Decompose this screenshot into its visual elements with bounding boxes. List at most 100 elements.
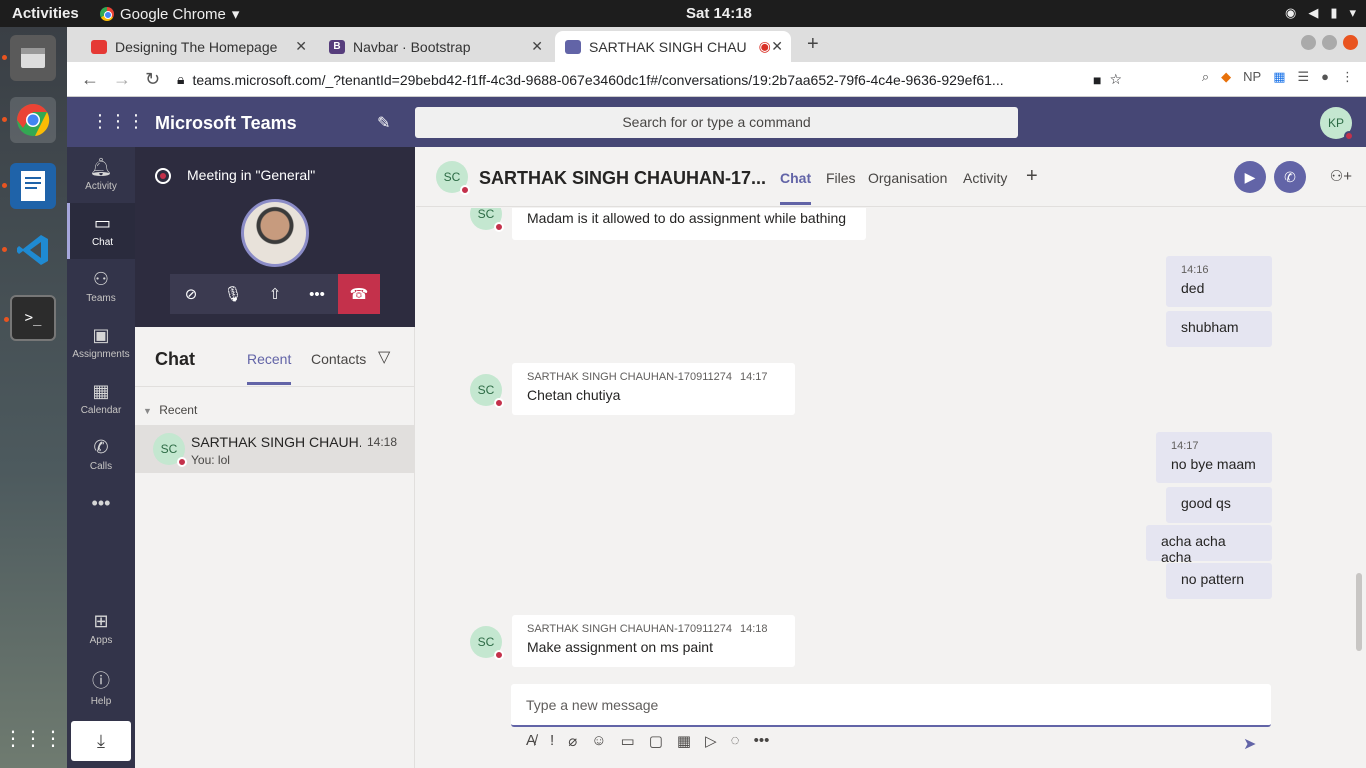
add-tab-icon[interactable]: + [1026, 165, 1038, 188]
rail-item-calls[interactable]: ✆ Calls [67, 427, 135, 483]
conversation-name: SARTHAK SINGH CHAUHAN-17... [479, 168, 767, 188]
download-app-icon[interactable]: ⤓ [71, 721, 131, 761]
message-bubble[interactable]: no pattern [1166, 563, 1272, 599]
files-app-icon[interactable] [2, 35, 56, 81]
recording-icon [155, 168, 171, 184]
add-people-icon[interactable]: ⚇+ [1330, 167, 1352, 185]
praise-icon[interactable]: ◌ [731, 732, 740, 750]
share-screen-icon[interactable]: ⇧ [254, 274, 296, 314]
maximize-button[interactable] [1322, 35, 1337, 50]
rail-item-chat[interactable]: ▭ Chat [67, 203, 135, 259]
reload-icon[interactable]: ↻ [145, 69, 160, 90]
presence-busy-icon [1344, 131, 1354, 141]
back-arrow-icon[interactable]: ← [81, 69, 99, 90]
tab-files[interactable]: Files [826, 170, 856, 186]
rail-item-more[interactable]: ••• [67, 483, 135, 539]
tab-recent[interactable]: Recent [247, 351, 292, 385]
format-icon[interactable]: A̸ [526, 732, 536, 750]
close-tab-icon[interactable]: ✕ [771, 38, 783, 55]
rail-item-apps[interactable]: ⊞ Apps [67, 601, 135, 657]
message-bubble[interactable]: SARTHAK SINGH CHAUHAN-170911274 14:17 Che… [512, 363, 795, 415]
app-menu-label: Google Chrome [120, 5, 226, 23]
browser-tab-youtube[interactable]: Designing The Homepage ✕ [81, 31, 315, 62]
phone-icon: ✆ [93, 437, 109, 457]
search-input[interactable]: Search for or type a command [415, 107, 1018, 138]
stream-icon[interactable]: ▷ [705, 732, 717, 750]
tab-organisation[interactable]: Organisation [868, 170, 947, 186]
rail-item-assignments[interactable]: ▣ Assignments [67, 315, 135, 371]
browser-tab-teams[interactable]: SARTHAK SINGH CHAU ◉ ✕ [555, 31, 791, 62]
close-tab-icon[interactable]: ✕ [295, 38, 307, 55]
extension-icon[interactable]: ◆ [1221, 69, 1231, 85]
message-bubble[interactable]: SARTHAK SINGH CHAUHAN-170911274 14:18 Mak… [512, 615, 795, 667]
rail-item-help[interactable]: ⓘ Help [67, 657, 135, 713]
gif-icon[interactable]: ▭ [621, 732, 635, 750]
sticker-icon[interactable]: ▢ [649, 732, 663, 750]
profile-avatar-icon[interactable]: ● [1321, 69, 1329, 85]
browser-menu-icon[interactable]: ⋮ [1341, 69, 1354, 85]
important-icon[interactable]: ! [550, 732, 554, 750]
tab-chat[interactable]: Chat [780, 170, 812, 205]
avatar: SC [153, 433, 187, 467]
meeting-title[interactable]: Meeting in "General" [187, 167, 315, 183]
message-bubble[interactable]: 14:17 no bye maam [1156, 432, 1272, 483]
tab-contacts[interactable]: Contacts [311, 351, 366, 367]
rail-item-activity[interactable]: 🔔︎ Activity [67, 147, 135, 203]
audio-call-button[interactable]: ✆ [1274, 161, 1306, 193]
scrollbar[interactable] [1356, 573, 1362, 651]
chat-list-item[interactable]: SC SARTHAK SINGH CHAUH... 14:18 You: lol [135, 425, 415, 473]
chrome-app-icon[interactable] [2, 97, 56, 143]
emoji-icon[interactable]: ☺ [591, 732, 606, 750]
avatar[interactable]: SC [436, 161, 470, 195]
message-bubble[interactable]: shubham [1166, 311, 1272, 347]
message-bubble[interactable]: Madam is it allowed to do assignment whi… [512, 208, 866, 240]
camera-icon[interactable]: ■ [1093, 72, 1101, 88]
rail-item-teams[interactable]: ⚇ Teams [67, 259, 135, 315]
browser-tab-bootstrap[interactable]: B Navbar · Bootstrap ✕ [319, 31, 551, 62]
user-avatar[interactable]: KP [1320, 107, 1354, 141]
send-icon[interactable]: ➤ [1243, 734, 1256, 754]
show-apps-icon[interactable]: ⋮⋮⋮ [3, 715, 63, 761]
terminal-app-icon[interactable]: >_ [4, 295, 56, 341]
clock[interactable]: Sat 14:18 [686, 5, 752, 22]
rail-item-calendar[interactable]: ▦ Calendar [67, 371, 135, 427]
user-initials: KP [1327, 116, 1344, 130]
recent-section-toggle[interactable]: ▼ Recent [143, 403, 197, 417]
writer-app-icon[interactable] [2, 163, 56, 209]
media-control-icon[interactable]: ☰ [1297, 69, 1309, 85]
message-time: 14:17 [740, 371, 768, 383]
message-input[interactable]: Type a new message [511, 684, 1271, 727]
filter-icon[interactable]: ▽ [378, 347, 390, 367]
extension-icon[interactable]: NP [1243, 69, 1261, 85]
bookmark-star-icon[interactable]: ☆ [1109, 71, 1122, 88]
more-options-icon[interactable]: ••• [296, 274, 338, 314]
extension-icon[interactable]: ⌕ [1202, 69, 1209, 85]
minimize-button[interactable] [1301, 35, 1316, 50]
schedule-meeting-icon[interactable]: ▦ [677, 732, 691, 750]
message-bubble[interactable]: acha acha acha [1146, 525, 1272, 565]
new-chat-icon[interactable]: ✎ [377, 113, 390, 133]
message-bubble[interactable]: good qs [1166, 487, 1272, 523]
rail-label: Chat [91, 237, 114, 248]
extension-icon[interactable]: ▦ [1273, 69, 1285, 85]
video-call-button[interactable]: ▶ [1234, 161, 1266, 193]
more-options-icon[interactable]: ••• [754, 732, 770, 750]
system-tray[interactable]: ◉ ◀ ▮ ▾ [1285, 5, 1356, 21]
address-bar[interactable]: 🔒︎ teams.microsoft.com/_?tenantId=29bebd… [177, 66, 1122, 93]
app-menu[interactable]: Google Chrome ▾ [100, 5, 239, 23]
rail-label: Help [90, 696, 112, 707]
lock-icon: 🔒︎ [177, 71, 185, 87]
new-tab-button[interactable]: + [807, 33, 819, 56]
message-bubble[interactable]: 14:16 ded [1166, 256, 1272, 307]
tab-activity[interactable]: Activity [963, 170, 1007, 186]
mic-off-icon[interactable]: 🎙︎ [212, 274, 254, 314]
close-window-button[interactable] [1343, 35, 1358, 50]
app-launcher-icon[interactable]: ⋮⋮⋮ [91, 111, 145, 132]
activities-button[interactable]: Activities [12, 5, 79, 22]
attach-icon[interactable]: ⌀ [568, 732, 577, 750]
vscode-app-icon[interactable] [2, 227, 56, 273]
forward-arrow-icon[interactable]: → [113, 69, 131, 90]
camera-off-icon[interactable]: ⊘ [170, 274, 212, 314]
close-tab-icon[interactable]: ✕ [531, 38, 543, 55]
hang-up-button[interactable]: ☎ [338, 274, 380, 314]
